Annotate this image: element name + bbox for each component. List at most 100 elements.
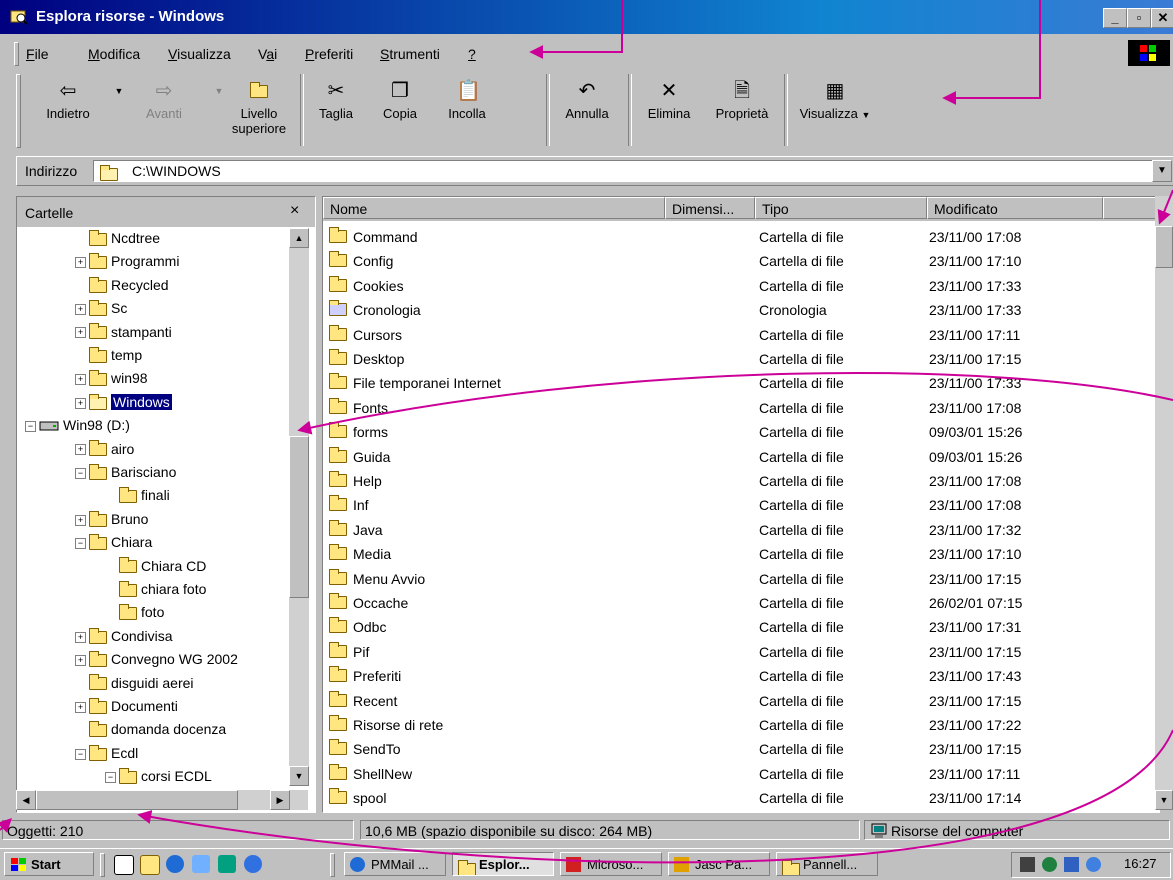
- tray-globe-icon[interactable]: [1042, 857, 1057, 872]
- collapse-icon[interactable]: −: [75, 537, 86, 549]
- forward-button[interactable]: ⇨ Avanti: [134, 76, 194, 148]
- column-extra[interactable]: [1103, 197, 1157, 219]
- maximize-button[interactable]: ▫: [1127, 8, 1151, 28]
- paste-button[interactable]: 📋 Incolla: [436, 76, 498, 148]
- file-row[interactable]: spool Cartella di file 23/11/00 17:14: [323, 786, 1155, 810]
- tray-network-icon[interactable]: [1020, 857, 1035, 872]
- menu-edit[interactable]: Modifica: [88, 46, 140, 62]
- file-row[interactable]: Fonts Cartella di file 23/11/00 17:08: [323, 396, 1155, 420]
- tree-item[interactable]: domanda docenza: [75, 718, 226, 741]
- list-vertical-scrollbar[interactable]: ▼: [1155, 196, 1173, 810]
- file-row[interactable]: Recent Cartella di file 23/11/00 17:15: [323, 689, 1155, 713]
- tree-item[interactable]: + Condivisa: [75, 625, 172, 648]
- file-row[interactable]: forms Cartella di file 09/03/01 15:26: [323, 420, 1155, 444]
- undo-button[interactable]: ↶ Annulla: [554, 76, 620, 148]
- file-row[interactable]: Config Cartella di file 23/11/00 17:10: [323, 249, 1155, 273]
- title-bar[interactable]: Esplora risorse - Windows _ ▫ ✕: [0, 0, 1173, 34]
- tree-item[interactable]: + airo: [75, 438, 134, 461]
- tree-item[interactable]: + Programmi: [75, 250, 179, 273]
- expand-icon[interactable]: +: [75, 257, 86, 269]
- delete-button[interactable]: ✕ Elimina: [638, 76, 700, 148]
- tree-item[interactable]: Recycled: [75, 274, 169, 297]
- scroll-down-button[interactable]: ▼: [1155, 790, 1173, 810]
- expand-icon[interactable]: +: [75, 444, 86, 456]
- views-button[interactable]: ▦ Visualizza ▼: [790, 76, 880, 148]
- file-row[interactable]: Java Cartella di file 23/11/00 17:32: [323, 518, 1155, 542]
- tree-hscroll-thumb[interactable]: [36, 790, 238, 810]
- expand-icon[interactable]: +: [75, 514, 86, 526]
- file-row[interactable]: Help Cartella di file 23/11/00 17:08: [323, 469, 1155, 493]
- collapse-icon[interactable]: −: [75, 748, 86, 760]
- file-row[interactable]: Desktop Cartella di file 23/11/00 17:15: [323, 347, 1155, 371]
- word-quicklaunch-icon[interactable]: [114, 855, 134, 875]
- file-row[interactable]: File temporanei Internet Cartella di file…: [323, 371, 1155, 395]
- address-dropdown-button[interactable]: ▼: [1152, 160, 1172, 182]
- expand-icon[interactable]: +: [75, 397, 86, 409]
- tree-item[interactable]: Ncdtree: [75, 227, 160, 250]
- channels-icon[interactable]: [218, 855, 236, 873]
- expand-icon[interactable]: +: [75, 654, 86, 666]
- properties-button[interactable]: 🗎 Proprietà: [704, 76, 780, 148]
- menu-grip[interactable]: [14, 42, 19, 66]
- tree-item[interactable]: + Documenti: [75, 695, 178, 718]
- task-pmmail[interactable]: PMMail ...: [344, 852, 446, 876]
- file-row[interactable]: Menu Avvio Cartella di file 23/11/00 17:15: [323, 567, 1155, 591]
- scroll-down-button[interactable]: ▼: [289, 766, 309, 786]
- tree-item[interactable]: foto: [105, 601, 164, 624]
- file-row[interactable]: Occache Cartella di file 26/02/01 07:15: [323, 591, 1155, 615]
- file-row[interactable]: Cursors Cartella di file 23/11/00 17:11: [323, 323, 1155, 347]
- file-row[interactable]: Cronologia Cronologia 23/11/00 17:33: [323, 298, 1155, 322]
- scroll-up-button[interactable]: ▲: [289, 228, 309, 248]
- menu-favorites[interactable]: Preferiti: [305, 46, 353, 62]
- expand-icon[interactable]: +: [75, 374, 86, 386]
- back-dropdown-button[interactable]: ▼: [108, 76, 124, 148]
- task-jasc-paint[interactable]: Jasc Pa...: [668, 852, 770, 876]
- file-row[interactable]: Cookies Cartella di file 23/11/00 17:33: [323, 274, 1155, 298]
- internet-explorer-icon[interactable]: [166, 855, 184, 873]
- tree-item[interactable]: − Barisciano: [75, 461, 176, 484]
- tree-item[interactable]: + stampanti: [75, 321, 172, 344]
- scroll-right-button[interactable]: ▶: [270, 790, 290, 810]
- tray-ie-icon[interactable]: [1086, 857, 1101, 872]
- tree-item[interactable]: − Win98 (D:): [25, 414, 130, 437]
- column-modified[interactable]: Modificato: [927, 197, 1103, 219]
- start-button[interactable]: Start: [4, 852, 94, 876]
- copy-button[interactable]: ❐ Copia: [372, 76, 428, 148]
- tree-item[interactable]: − Ecdl: [75, 742, 138, 765]
- close-button[interactable]: ✕: [1151, 8, 1173, 28]
- tree-vertical-scrollbar[interactable]: ▲ ▼: [289, 228, 309, 786]
- file-row[interactable]: ShellNew Cartella di file 23/11/00 17:11: [323, 762, 1155, 786]
- tray-monitor-icon[interactable]: [1064, 857, 1079, 872]
- tree-item[interactable]: + win98: [75, 367, 148, 390]
- tree-scroll-thumb[interactable]: [289, 436, 309, 598]
- tree-close-button[interactable]: ×: [290, 202, 299, 220]
- tree-item[interactable]: + Sc: [75, 297, 127, 320]
- clock[interactable]: 16:27: [1124, 856, 1157, 871]
- address-input[interactable]: C:\WINDOWS: [93, 160, 1155, 182]
- file-row[interactable]: Guida Cartella di file 09/03/01 15:26: [323, 445, 1155, 469]
- tree-item[interactable]: Chiara CD: [105, 555, 206, 578]
- tree-item[interactable]: temp: [75, 344, 142, 367]
- column-type[interactable]: Tipo: [755, 197, 927, 219]
- menu-view[interactable]: Visualizza: [168, 46, 231, 62]
- file-row[interactable]: Pif Cartella di file 23/11/00 17:15: [323, 640, 1155, 664]
- outlook-express-icon[interactable]: [192, 855, 210, 873]
- menu-file[interactable]: File: [26, 46, 49, 62]
- expand-icon[interactable]: +: [75, 327, 86, 339]
- collapse-icon[interactable]: −: [75, 467, 86, 479]
- menu-help[interactable]: ?: [468, 46, 476, 62]
- scroll-left-button[interactable]: ◀: [16, 790, 36, 810]
- expand-icon[interactable]: +: [75, 701, 86, 713]
- list-scroll-thumb[interactable]: [1155, 226, 1173, 268]
- file-row[interactable]: Odbc Cartella di file 23/11/00 17:31: [323, 615, 1155, 639]
- cut-button[interactable]: ✂ Taglia: [308, 76, 364, 148]
- task-microsoft[interactable]: Microso...: [560, 852, 662, 876]
- column-size[interactable]: Dimensi...: [665, 197, 755, 219]
- column-name[interactable]: Nome: [323, 197, 665, 219]
- expand-icon[interactable]: +: [75, 303, 86, 315]
- explorer-window-icon[interactable]: [10, 8, 28, 25]
- tree-item[interactable]: disguidi aerei: [75, 672, 194, 695]
- collapse-icon[interactable]: −: [105, 771, 116, 783]
- file-row[interactable]: Risorse di rete Cartella di file 23/11/00 …: [323, 713, 1155, 737]
- tree-item[interactable]: + Convegno WG 2002: [75, 648, 238, 671]
